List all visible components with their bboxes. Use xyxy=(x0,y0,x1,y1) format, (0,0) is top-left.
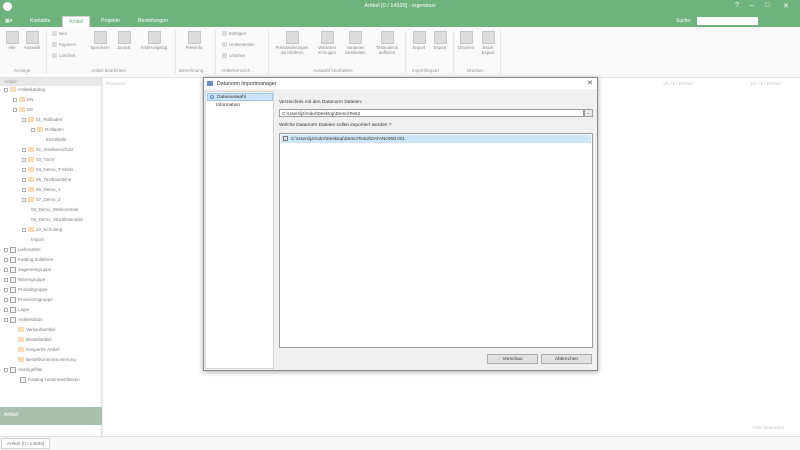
files-label: Welche Datanorm Dateien sollen importier… xyxy=(279,123,392,128)
abbrechen-button[interactable]: Abbrechen xyxy=(541,354,592,364)
dialog-close-icon[interactable]: ✕ xyxy=(587,79,593,87)
file-list: ✓ C:\Users\jzirndor\Desktop\Demo\Test2\D… xyxy=(279,133,593,348)
dialog-title: Datanorm Importmanager xyxy=(217,81,277,87)
info-icon xyxy=(210,95,214,99)
nav-item-dateiauswahl[interactable]: Dateiauswahl xyxy=(207,93,273,101)
dialog-icon xyxy=(207,81,213,86)
file-row[interactable]: ✓ C:\Users\jzirndor\Desktop\Demo\Test2\D… xyxy=(281,135,591,143)
nav-item-information[interactable]: Information xyxy=(207,102,273,110)
vorschau-button[interactable]: Vorschau xyxy=(487,354,538,364)
datanorm-import-dialog: Datanorm Importmanager ✕ Dateiauswahl In… xyxy=(203,77,598,371)
directory-label: Verzeichnis mit den Datanorm Dateien: xyxy=(279,100,363,105)
file-checkbox[interactable]: ✓ xyxy=(283,136,288,141)
directory-input[interactable]: C:\Users\jzirndor\Desktop\Demo\Test2 xyxy=(279,109,584,117)
dialog-title-bar: Datanorm Importmanager ✕ xyxy=(204,78,597,89)
dialog-nav: Dateiauswahl Information xyxy=(205,91,274,369)
file-name: C:\Users\jzirndor\Desktop\Demo\Test2\DAT… xyxy=(291,136,405,141)
browse-button[interactable]: ... xyxy=(584,109,593,117)
